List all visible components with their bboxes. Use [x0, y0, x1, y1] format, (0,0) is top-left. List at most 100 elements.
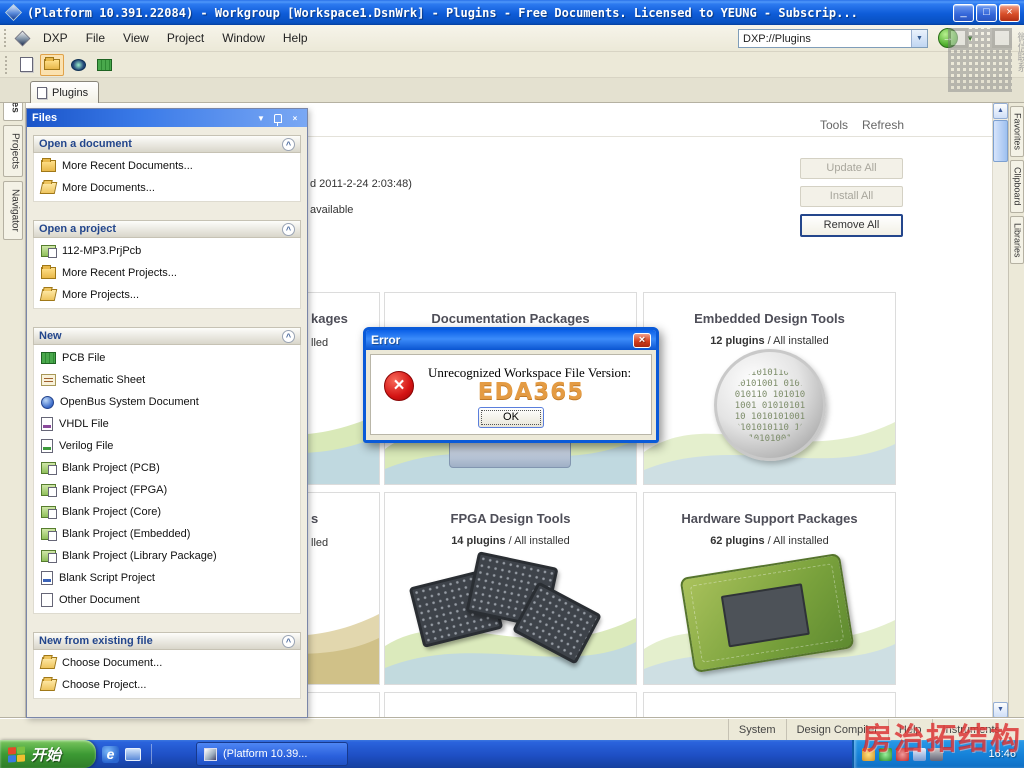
plugin-card-hardware[interactable]: Hardware Support Packages 62 plugins / A…	[643, 492, 896, 685]
file-item[interactable]: Blank Project (Embedded)	[34, 523, 300, 545]
tab-plugins[interactable]: Plugins	[30, 81, 100, 103]
file-item-label: More Projects...	[62, 289, 140, 301]
tools-link[interactable]: Tools	[820, 118, 848, 132]
file-item[interactable]: 112-MP3.PrjPcb	[34, 240, 300, 262]
file-item[interactable]: More Recent Projects...	[34, 262, 300, 284]
menu-window[interactable]: Window	[213, 27, 274, 49]
dialog-close-icon[interactable]: ×	[633, 332, 651, 348]
taskbar-task-button[interactable]: (Platform 10.39...	[196, 742, 348, 766]
file-item[interactable]: More Projects...	[34, 284, 300, 306]
plugin-card-fpga[interactable]: FPGA Design Tools 14 plugins / All insta…	[384, 492, 637, 685]
card-subtitle: 62 plugins / All installed	[644, 535, 895, 547]
scroll-thumb[interactable]	[993, 120, 1008, 162]
file-item-label: Blank Script Project	[59, 572, 155, 584]
document-icon	[37, 86, 47, 99]
file-item-label: VHDL File	[59, 418, 109, 430]
sidebar-tab-projects[interactable]: Projects	[2, 124, 23, 177]
sidebar-tab-clipboard[interactable]: Clipboard	[1009, 160, 1024, 213]
card-title: Documentation Packages	[431, 311, 590, 326]
section-new-from-existing-file: New from existing file ^ Choose Document…	[33, 632, 301, 699]
panel-close-icon[interactable]: ×	[288, 112, 302, 125]
start-button[interactable]: 开始	[0, 740, 96, 768]
file-item[interactable]: Other Document	[34, 589, 300, 611]
statusbar-system-button[interactable]: System	[727, 719, 786, 740]
blank-project-fpga-icon	[41, 484, 57, 497]
open-workspace-button[interactable]	[66, 54, 90, 76]
plugin-card-stub	[643, 692, 896, 718]
menu-view[interactable]: View	[114, 27, 158, 49]
scroll-up-button[interactable]: ▲	[993, 103, 1008, 119]
restore-button[interactable]: □	[976, 3, 997, 22]
card-subtitle-fragment: lled	[311, 337, 329, 349]
menu-help[interactable]: Help	[274, 27, 317, 49]
menu-bar: DXP File View Project Window Help DXP://…	[0, 25, 1024, 52]
address-combo[interactable]: DXP://Plugins ▼	[738, 29, 928, 48]
fpga-chips-graphic	[408, 551, 610, 674]
toolbar-grip[interactable]	[5, 55, 8, 74]
file-item[interactable]: Schematic Sheet	[34, 369, 300, 391]
file-item[interactable]: Blank Project (PCB)	[34, 457, 300, 479]
new-document-button[interactable]	[14, 54, 38, 76]
files-panel: Files ▼ × Open a document ^ More Recent …	[26, 108, 308, 718]
collapse-icon[interactable]: ^	[282, 222, 295, 236]
sidebar-tab-navigator[interactable]: Navigator	[2, 180, 23, 240]
file-item[interactable]: VHDL File	[34, 413, 300, 435]
address-dropdown-icon[interactable]: ▼	[911, 30, 927, 47]
remove-all-button[interactable]: Remove All	[800, 214, 903, 237]
file-item[interactable]: PCB File	[34, 347, 300, 369]
collapse-icon[interactable]: ^	[282, 634, 295, 648]
menu-project[interactable]: Project	[158, 27, 213, 49]
card-subtitle-fragment: lled	[311, 537, 329, 549]
panel-menu-icon[interactable]: ▼	[254, 112, 268, 125]
file-item[interactable]: Blank Project (Core)	[34, 501, 300, 523]
open-pcb-button[interactable]	[92, 54, 116, 76]
file-item-label: Blank Project (FPGA)	[62, 484, 168, 496]
show-desktop-icon[interactable]	[125, 747, 141, 761]
card-subtitle: 12 plugins / All installed	[644, 335, 895, 347]
file-item[interactable]: More Recent Documents...	[34, 155, 300, 177]
file-item[interactable]: OpenBus System Document	[34, 391, 300, 413]
verilog-file-icon	[41, 439, 53, 453]
file-item[interactable]: Choose Document...	[34, 652, 300, 674]
folder-closed-icon	[41, 158, 56, 172]
section-header[interactable]: New from existing file ^	[33, 632, 301, 650]
collapse-icon[interactable]: ^	[282, 137, 295, 151]
update-all-button[interactable]: Update All	[800, 158, 903, 179]
refresh-link[interactable]: Refresh	[862, 118, 904, 132]
menu-dxp[interactable]: DXP	[34, 27, 77, 49]
file-item[interactable]: Blank Script Project	[34, 567, 300, 589]
section-header[interactable]: Open a project ^	[33, 220, 301, 238]
section-header-partial[interactable]	[33, 717, 301, 718]
internet-explorer-icon[interactable]: e	[102, 745, 119, 763]
file-item[interactable]: Blank Project (FPGA)	[34, 479, 300, 501]
files-panel-titlebar[interactable]: Files ▼ ×	[27, 109, 307, 127]
section-open-a-project: Open a project ^ 112-MP3.PrjPcb More Rec…	[33, 220, 301, 309]
file-item-label: More Recent Projects...	[62, 267, 177, 279]
file-item[interactable]: Choose Project...	[34, 674, 300, 696]
menu-file[interactable]: File	[77, 27, 114, 49]
window-titlebar[interactable]: (Platform 10.391.22084) - Workgroup [Wor…	[0, 0, 1024, 25]
plugin-card-embedded[interactable]: Embedded Design Tools 12 plugins / All i…	[643, 292, 896, 485]
sidebar-tab-libraries[interactable]: Libraries	[1009, 215, 1024, 265]
close-button[interactable]: ×	[999, 3, 1020, 22]
card-subtitle: 14 plugins / All installed	[385, 535, 636, 547]
section-title: New	[39, 330, 62, 342]
file-item-label: More Documents...	[62, 182, 155, 194]
file-item[interactable]: Verilog File	[34, 435, 300, 457]
toolbar-grip[interactable]	[4, 29, 7, 47]
minimize-button[interactable]: _	[953, 3, 974, 22]
file-item-label: PCB File	[62, 352, 106, 364]
error-dialog-titlebar[interactable]: Error ×	[366, 330, 656, 350]
vertical-scrollbar[interactable]: ▲ ▼	[992, 103, 1008, 718]
file-item[interactable]: Blank Project (Library Package)	[34, 545, 300, 567]
section-header[interactable]: New ^	[33, 327, 301, 345]
open-document-button[interactable]	[40, 53, 64, 76]
section-title: Open a project	[39, 223, 117, 235]
panel-pin-icon[interactable]	[274, 113, 282, 126]
file-item[interactable]: More Documents...	[34, 177, 300, 199]
collapse-icon[interactable]: ^	[282, 329, 295, 343]
section-header[interactable]: Open a document ^	[33, 135, 301, 153]
install-all-button[interactable]: Install All	[800, 186, 903, 207]
sidebar-tab-favorites[interactable]: Favorites	[1009, 106, 1024, 158]
ok-button[interactable]: OK	[478, 407, 544, 428]
